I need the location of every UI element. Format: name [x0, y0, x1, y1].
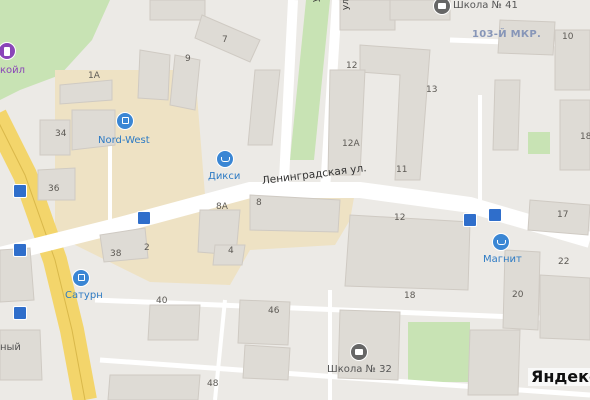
- poi-magnit-marker[interactable]: [492, 233, 510, 251]
- house-number: 34: [55, 129, 67, 139]
- house-number: 12А: [342, 139, 360, 149]
- shopping-bag-icon: [122, 117, 129, 124]
- house-number: 2: [144, 243, 150, 253]
- poi-nord-west-label[interactable]: Nord-West: [98, 136, 150, 146]
- house-number: 18: [580, 132, 590, 142]
- poi-fuel-label[interactable]: койл: [0, 66, 25, 76]
- poi-nord-west-marker[interactable]: [116, 112, 134, 130]
- house-number: 46: [268, 306, 280, 316]
- poi-partial-label[interactable]: ный: [0, 343, 21, 353]
- house-number: 7: [222, 35, 228, 45]
- house-number: 48: [207, 379, 219, 389]
- house-number: 20: [512, 290, 524, 300]
- house-number: 1А: [88, 71, 100, 81]
- poi-school-32-label[interactable]: Школа № 32: [327, 365, 392, 375]
- shopping-basket-icon: [221, 157, 230, 162]
- park-field: [408, 322, 470, 382]
- house-number: 12: [346, 61, 358, 71]
- poi-magnit-label[interactable]: Магнит: [483, 255, 522, 265]
- house-number: 18: [404, 291, 416, 301]
- house-number: 4: [228, 246, 234, 256]
- house-number: 10: [562, 32, 574, 42]
- district-label: 103-й мкр.: [472, 29, 542, 40]
- poi-school-41-label[interactable]: Школа № 41: [453, 1, 518, 11]
- bus-stop-icon[interactable]: [13, 184, 27, 198]
- school-icon: [438, 3, 446, 9]
- poi-diksi-label[interactable]: Дикси: [208, 172, 240, 182]
- street-label-vertical-2: ул: [341, 0, 352, 11]
- poi-saturn-label[interactable]: Сатурн: [65, 291, 103, 301]
- bus-stop-icon[interactable]: [137, 211, 151, 225]
- house-number: 22: [558, 257, 570, 267]
- poi-school-32-marker[interactable]: [350, 343, 368, 361]
- street-label-vertical-1: ул: [311, 0, 321, 2]
- bus-stop-icon[interactable]: [13, 243, 27, 257]
- shopping-basket-icon: [497, 240, 506, 245]
- house-number: 12: [394, 213, 406, 223]
- house-number: 40: [156, 296, 168, 306]
- map-base-layer: [0, 0, 590, 400]
- fuel-icon: [4, 47, 10, 56]
- poi-diksi-marker[interactable]: [216, 150, 234, 168]
- bus-stop-icon[interactable]: [488, 208, 502, 222]
- shopping-bag-icon: [78, 274, 85, 281]
- house-number: 17: [557, 210, 569, 220]
- poi-saturn-marker[interactable]: [72, 269, 90, 287]
- house-number: 9: [185, 54, 191, 64]
- map-canvas[interactable]: Ленинградская ул. ул ул 103-й мкр. 7 9 1…: [0, 0, 590, 400]
- house-number: 38: [110, 249, 122, 259]
- yandex-logo: Яндекс: [528, 368, 590, 386]
- bus-stop-icon[interactable]: [463, 213, 477, 227]
- park-small: [528, 132, 550, 154]
- house-number: 8А: [216, 202, 228, 212]
- house-number: 13: [426, 85, 438, 95]
- house-number: 36: [48, 184, 60, 194]
- house-number: 8: [256, 198, 262, 208]
- school-icon: [355, 349, 363, 355]
- house-number: 11: [396, 165, 408, 175]
- bus-stop-icon[interactable]: [13, 306, 27, 320]
